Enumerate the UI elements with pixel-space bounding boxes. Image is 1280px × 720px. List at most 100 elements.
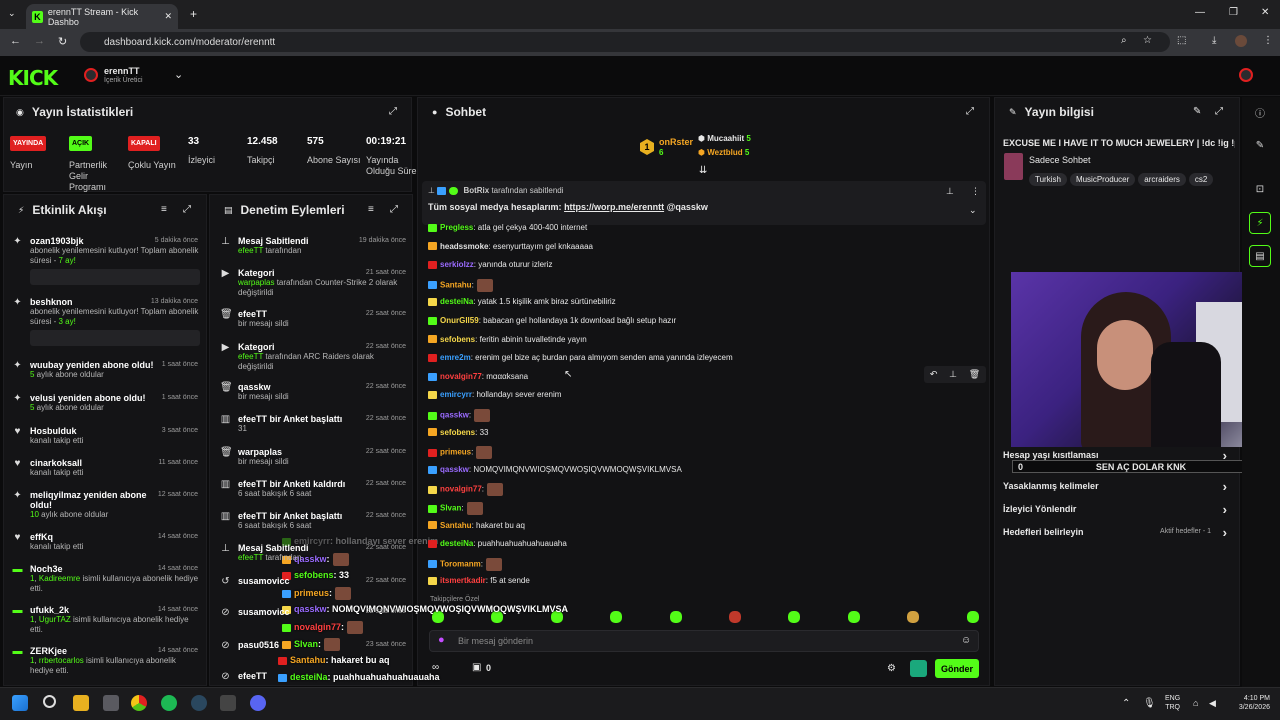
delete-icon[interactable]: 🗑 [969,369,980,380]
windows-start-icon[interactable] [12,695,28,711]
chat-username[interactable]: novalgin77 [440,372,482,381]
maximize-icon[interactable]: ❐ [1229,7,1238,18]
stream-tag[interactable]: cs2 [1188,173,1214,186]
modlog-actor[interactable]: warpaplas [238,278,274,287]
store-icon[interactable] [103,695,119,711]
emote-icon[interactable] [907,611,920,623]
chat-message[interactable]: emircyrr: hollandayı sever erenim [428,390,561,399]
chat-message[interactable]: Toromanm: [428,557,502,571]
modlog-item[interactable]: ▥ efeeTT bir Anket başlattı 22 saat önce 6 … [221,511,406,531]
minimize-icon[interactable]: — [1195,7,1205,18]
modlog-item[interactable]: ⊘ pasu0516 23 saat önce [221,640,406,651]
chat-username[interactable]: emre2m [440,353,471,362]
saved-icon[interactable]: ▣ [472,662,481,673]
chat-message[interactable]: serkiolzz: yanında oturur izleriz [428,260,553,269]
chat-username[interactable]: sefobens [440,428,475,437]
discord-icon[interactable] [250,695,266,711]
second-gifter-name[interactable]: Mucaahiit [707,134,744,143]
category-name[interactable]: Sadece Sohbet [1029,155,1091,165]
activity-item[interactable]: ♥ effKq 14 saat önce kanalı takip etti [12,532,200,552]
modlog-item[interactable]: ▥ efeeTT bir Anketi kaldırdı 22 saat önce 6… [221,479,406,499]
chat-username[interactable]: desteiNa [440,539,473,548]
network-icon[interactable]: ⌂ [1193,698,1198,708]
stream-tag[interactable]: Turkish [1029,173,1067,186]
activity-recipient[interactable]: UgurTAZ [39,615,71,624]
chat-username[interactable]: Santahu [440,521,472,530]
chat-username[interactable]: Pregless [440,223,473,232]
emote-icon[interactable] [729,611,741,623]
modlog-item[interactable]: ⊥ Mesaj Sabitlendi 22 saat önce efeeTT tara… [221,543,406,563]
modlog-item[interactable]: ⊘ susamovicc 22 saat önce [221,607,406,618]
steam-icon[interactable] [191,695,207,711]
chat-settings-icon[interactable]: ⚙ [887,663,896,674]
chat-message[interactable]: OnurGll59: babacan gel hollandaya 1k dow… [428,316,676,325]
chat-message[interactable]: desteiNa: yatak 1.5 kişilik amk biraz sü… [428,297,616,306]
activity-item[interactable]: ✦ velusi yeniden abone oldu! 1 saat önce 5 … [12,393,200,413]
activity-filter-icon[interactable]: ≡ [161,204,167,215]
file-explorer-icon[interactable] [73,695,89,711]
pinned-link[interactable]: https://worp.me/erenntt [564,202,664,212]
chat-username[interactable]: primeus [440,448,471,457]
chat-message[interactable]: sefobens: feritin abinin tuvalletinde ya… [428,335,587,344]
chat-message[interactable]: Slvan: [428,502,483,515]
profile-avatar[interactable] [1235,35,1247,47]
new-tab-icon[interactable]: + [190,7,197,21]
stream-tag[interactable]: arcraiders [1138,173,1186,186]
chat-message[interactable]: novalgin77: [428,483,504,497]
app-icon[interactable] [220,695,236,711]
reply-icon[interactable]: ↶ [930,369,938,380]
extensions-icon[interactable]: ⬚ [1177,35,1186,46]
forward-icon[interactable]: → [34,35,45,47]
chat-expand-icon[interactable]: ⤢ [966,106,974,117]
chat-message[interactable]: Santahu: hakaret bu aq [428,521,525,530]
chat-username[interactable]: emircyrr [440,390,472,399]
chat-message[interactable]: headssmoke: esenyurttayım gel knkaaaaa [428,242,593,251]
chat-username[interactable]: novalgin77 [440,485,482,494]
info-setting-row[interactable]: Hedefleri belirleyin Aktif hedefler - 1 › [1003,525,1229,540]
spotify-icon[interactable] [161,695,177,711]
emoji-icon[interactable]: ☺ [961,635,971,646]
modlog-item[interactable]: 🗑 efeeTT 22 saat önce bir mesajı sildi [220,309,406,329]
address-bar[interactable]: dashboard.kick.com/moderator/erenntt [80,32,1170,52]
chat-message[interactable]: primeus: [428,446,493,460]
send-button[interactable]: Gönder [935,659,979,678]
pinned-mention[interactable]: @qasskw [664,202,708,212]
modlog-expand-icon[interactable]: ⤢ [390,204,398,215]
modlog-item[interactable]: ⊘ efeeTT [221,671,406,682]
info-expand-icon[interactable]: ⤢ [1215,106,1223,117]
chat-username[interactable]: itsmertkadir [440,576,486,585]
chrome-icon[interactable] [131,695,147,711]
activity-item[interactable]: ✦ meliqyilmaz yeniden abone oldu! 12 saat … [12,490,200,520]
search-icon[interactable] [43,695,56,708]
info-setting-row[interactable]: İzleyici Yönlendir › [1003,502,1229,517]
modlog-item[interactable]: ▥ efeeTT bir Anket başlattı 22 saat önce 31 [221,414,406,434]
activity-item[interactable]: ▬ ufukk_2k 14 saat önce 1, UgurTAZ isimli k… [12,605,200,635]
activity-item[interactable]: ✦ beshknon 13 dakika önce abonelik yenileme… [12,297,200,346]
mic-tray-icon[interactable]: 🎙 [1143,698,1156,709]
chat-username[interactable]: sefobens [440,335,475,344]
activity-item[interactable]: ✦ ozan1903bjk 5 dakika önce abonelik yenile… [12,236,200,285]
unpin-icon[interactable]: ⊥ [946,186,954,197]
kick-logo[interactable]: KICK [8,66,58,90]
activity-item[interactable]: ▬ Noch3e 14 saat önce 1, Kadireemre isimli … [12,564,200,594]
clock[interactable]: 4:10 PM 3/26/2026 [1232,694,1270,712]
info-setting-row[interactable]: Yasaklanmış kelimeler › [1003,479,1229,494]
pin-message-icon[interactable]: ⊥ [949,369,957,380]
top-gifter-name[interactable]: onRster [659,137,693,147]
emote-icon[interactable] [610,611,623,623]
third-gifter-name[interactable]: Weztblud [707,148,742,157]
activity-item[interactable]: ♥ cinarkoksall 11 saat önce kanalı takip et… [12,458,200,478]
chat-message[interactable]: qasskw: NOMQVIMQNVWIOŞMQVWOŞIQVWMOQWŞVIK… [428,465,682,474]
chat-username[interactable]: serkiolzz [440,260,474,269]
info-setting-row[interactable]: Hesap yaşı kısıtlaması › [1003,448,1229,463]
chat-username[interactable]: Santahu [440,280,472,289]
chat-message[interactable]: itsmertkadir: f5 at sende [428,576,530,585]
chat-message[interactable]: sefobens: 33 [428,428,488,437]
pinned-more-icon[interactable]: ⋮ [971,186,980,197]
download-icon[interactable]: ⤓ [1212,35,1216,46]
channel-name[interactable]: erennTT [104,66,140,76]
zoom-icon[interactable]: ⌕ [1121,35,1127,46]
chat-username[interactable]: qasskw [440,465,469,474]
chat-username[interactable]: Toromanm [440,559,481,568]
activity-expand-icon[interactable]: ⤢ [183,204,191,215]
